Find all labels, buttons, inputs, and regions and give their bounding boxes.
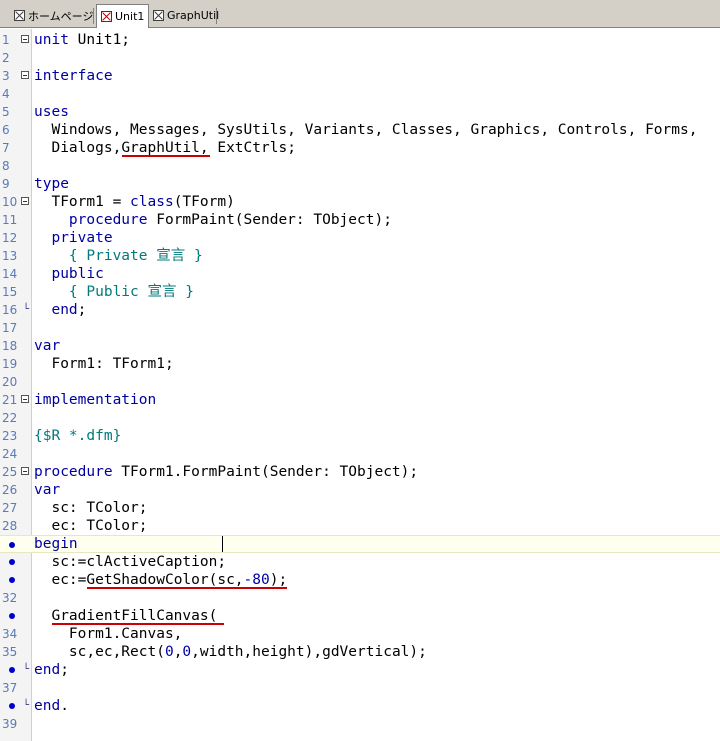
code-line: 25 procedure TForm1.FormPaint(Sender: TO… <box>2 464 419 480</box>
tab-separator <box>216 8 217 24</box>
code-line: 6 Windows, Messages, SysUtils, Variants,… <box>2 122 698 138</box>
code-line: 10 TForm1 = class(TForm) <box>2 194 235 210</box>
code-line: 28 ec: TColor; <box>2 518 148 534</box>
code-line: 15 { Public 宣言 } <box>2 284 194 300</box>
fold-toggle-icon[interactable] <box>21 35 29 43</box>
code-line: sc:=clActiveCaption; <box>0 553 720 571</box>
code-line: 12 private <box>2 230 113 246</box>
tab-label: Unit1 <box>115 10 145 23</box>
tab-graphutil[interactable]: GraphUtil <box>149 6 223 25</box>
code-line: 7 Dialogs,GraphUtil, ExtCtrls; <box>2 140 296 156</box>
breakpoint-dot-icon[interactable] <box>9 559 15 565</box>
close-icon[interactable] <box>153 10 164 21</box>
code-line: └ end; <box>0 661 720 679</box>
code-line: 34 Form1.Canvas, <box>2 626 183 642</box>
highlighted-graphutil: GraphUtil <box>121 140 200 156</box>
code-line: 18 var <box>2 338 61 354</box>
code-line: 22 <box>2 411 18 425</box>
code-line: └ end. <box>0 697 720 715</box>
code-line: 4 <box>2 87 10 101</box>
code-line: 39 <box>2 717 18 731</box>
code-line: 16 └ end; <box>2 302 87 318</box>
code-line: 17 <box>2 321 18 335</box>
tab-label: GraphUtil <box>167 9 220 22</box>
breakpoint-dot-icon[interactable] <box>9 542 15 548</box>
breakpoint-dot-icon[interactable] <box>9 703 15 709</box>
code-line: 2 <box>2 51 10 65</box>
fold-toggle-icon[interactable] <box>21 71 29 79</box>
code-line: 32 <box>2 591 18 605</box>
code-line: 13 { Private 宣言 } <box>2 248 203 264</box>
fold-toggle-icon[interactable] <box>21 467 29 475</box>
code-line: 20 <box>2 375 18 389</box>
code-line: 8 <box>2 159 10 173</box>
code-line: 11 procedure FormPaint(Sender: TObject); <box>2 212 392 228</box>
code-line: 14 public <box>2 266 104 282</box>
tab-unit1[interactable]: Unit1 <box>96 4 150 28</box>
code-line: 35 sc,ec,Rect(0,0,width,height),gdVertic… <box>2 644 427 660</box>
code-line: 3 interface <box>2 68 113 84</box>
tab-label: ホームページ <box>28 9 94 23</box>
fold-toggle-icon[interactable] <box>21 395 29 403</box>
fold-toggle-icon[interactable] <box>21 197 29 205</box>
text-caret <box>222 536 223 552</box>
tab-homepage[interactable]: ホームページ <box>10 6 97 25</box>
breakpoint-dot-icon[interactable] <box>9 613 15 619</box>
code-line: 23 {$R *.dfm} <box>2 428 122 444</box>
tab-separator <box>93 8 94 24</box>
code-line: 1 unit Unit1; <box>2 32 131 48</box>
breakpoint-dot-icon[interactable] <box>9 577 15 583</box>
code-line: 26 var <box>2 482 61 498</box>
current-code-line: begin <box>0 535 720 553</box>
code-editor[interactable]: 1 unit Unit1; 2 3 interface 4 5 uses 6 W… <box>0 29 720 741</box>
code-line: 19 Form1: TForm1; <box>2 356 174 372</box>
code-line: 27 sc: TColor; <box>2 500 148 516</box>
code-line: 5 uses <box>2 104 69 120</box>
close-icon[interactable] <box>101 11 112 22</box>
code-line: 9 type <box>2 176 69 192</box>
code-line: 24 <box>2 447 18 461</box>
editor-tab-bar: ホームページ Unit1 GraphUtil <box>0 0 720 28</box>
breakpoint-dot-icon[interactable] <box>9 667 15 673</box>
code-line: 37 <box>2 681 18 695</box>
code-line: 21 implementation <box>2 392 157 408</box>
close-icon[interactable] <box>14 10 25 21</box>
